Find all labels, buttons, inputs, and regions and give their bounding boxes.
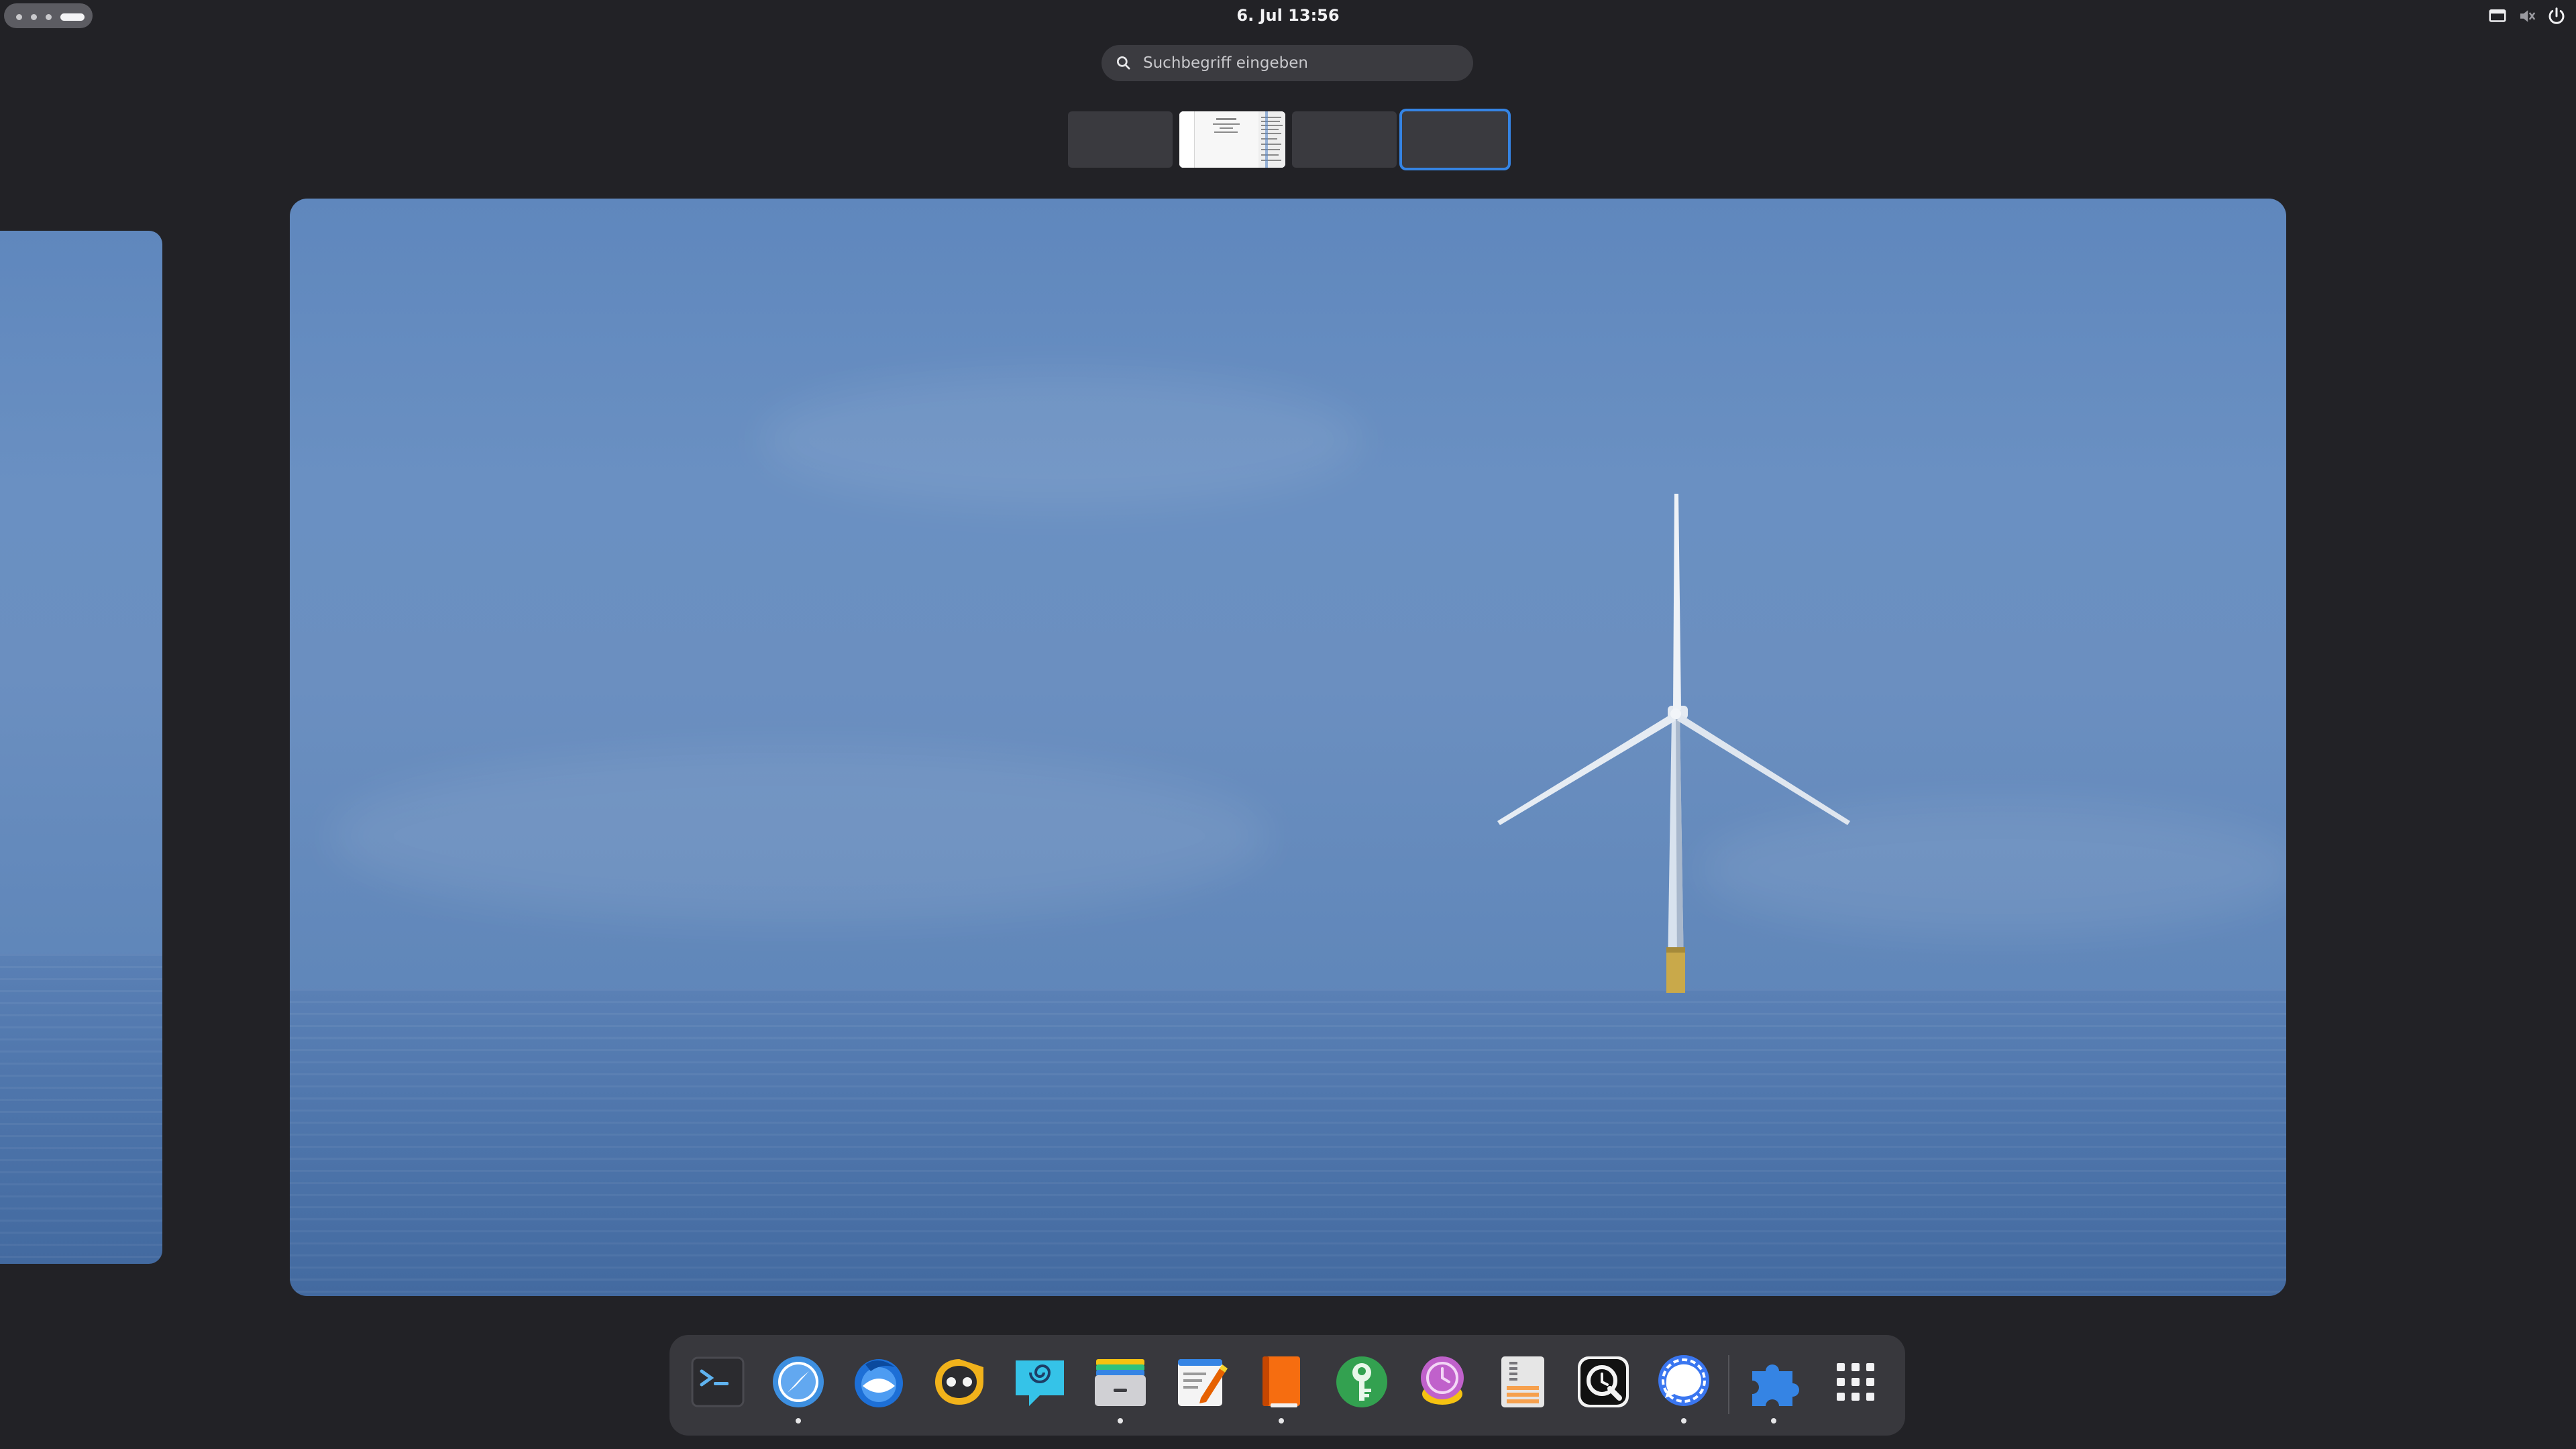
dock-app-text-editor[interactable] bbox=[1170, 1351, 1232, 1413]
overview-screen: 6. Jul 13:56 Suchbegriff eingeben bbox=[0, 0, 2576, 1449]
workspace-thumbnail-1[interactable] bbox=[1068, 111, 1173, 168]
running-indicator bbox=[1279, 1418, 1284, 1424]
running-indicator bbox=[1118, 1418, 1123, 1424]
dock-app-archive-manager[interactable] bbox=[1492, 1351, 1554, 1413]
document-preview bbox=[1179, 111, 1285, 168]
dock-app-web-browser[interactable] bbox=[767, 1351, 829, 1413]
active-workspace-pill bbox=[60, 13, 85, 21]
signal-icon bbox=[1658, 1355, 1709, 1406]
dock-app-passwords[interactable] bbox=[1331, 1351, 1393, 1413]
wallpaper-sky bbox=[0, 231, 162, 975]
current-workspace-preview[interactable] bbox=[290, 199, 2286, 1296]
dock-app-signal[interactable] bbox=[1653, 1351, 1715, 1413]
workspace-dot bbox=[16, 14, 22, 20]
search-entry[interactable]: Suchbegriff eingeben bbox=[1102, 45, 1473, 81]
volume-muted-icon[interactable] bbox=[2517, 6, 2537, 26]
dock-app-extensions[interactable] bbox=[1743, 1351, 1805, 1413]
terminal-icon bbox=[691, 1356, 745, 1407]
spiral-chat-icon bbox=[1016, 1360, 1064, 1406]
files-icon bbox=[1095, 1359, 1146, 1406]
chat-app-icon bbox=[935, 1359, 983, 1405]
running-indicator bbox=[796, 1418, 801, 1424]
power-icon[interactable] bbox=[2546, 6, 2567, 26]
workspace-thumbnail-3[interactable] bbox=[1292, 111, 1397, 168]
dock bbox=[669, 1335, 1905, 1436]
wallpaper-sea bbox=[0, 954, 162, 1264]
running-indicator bbox=[1681, 1418, 1686, 1424]
dock-app-search-tool[interactable] bbox=[1572, 1351, 1634, 1413]
show-apps-button[interactable] bbox=[1825, 1351, 1886, 1413]
web-browser-icon bbox=[773, 1356, 824, 1407]
app-grid-icon bbox=[1837, 1363, 1874, 1401]
dock-app-notebook[interactable] bbox=[1250, 1351, 1312, 1413]
dock-app-chat[interactable] bbox=[928, 1351, 990, 1413]
clock[interactable]: 6. Jul 13:56 bbox=[1154, 0, 1422, 32]
dock-app-time-tracker[interactable] bbox=[1411, 1351, 1473, 1413]
system-tray[interactable] bbox=[2487, 5, 2567, 27]
top-bar: 6. Jul 13:56 bbox=[0, 0, 2576, 32]
workspace-dot bbox=[31, 14, 37, 20]
workspace-dot bbox=[46, 14, 52, 20]
dock-app-spiral-chat[interactable] bbox=[1009, 1351, 1071, 1413]
previous-workspace-preview[interactable] bbox=[0, 231, 162, 1264]
screen-icon[interactable] bbox=[2487, 6, 2508, 26]
extensions-icon bbox=[1752, 1364, 1799, 1406]
workspace-thumbnail-4[interactable] bbox=[1402, 111, 1508, 168]
time-tracker-icon bbox=[1421, 1356, 1464, 1405]
search-icon bbox=[1116, 56, 1130, 70]
running-indicator bbox=[1771, 1418, 1776, 1424]
dock-app-terminal[interactable] bbox=[687, 1351, 749, 1413]
activities-button[interactable] bbox=[4, 3, 93, 28]
thunderbird-icon bbox=[855, 1359, 903, 1407]
dock-app-thunderbird[interactable] bbox=[848, 1351, 910, 1413]
text-editor-icon bbox=[1178, 1359, 1228, 1406]
notebook-icon bbox=[1263, 1356, 1300, 1407]
password-key-icon bbox=[1336, 1356, 1387, 1407]
dock-app-files[interactable] bbox=[1089, 1351, 1151, 1413]
archive-manager-icon bbox=[1501, 1356, 1544, 1407]
dock-separator bbox=[1728, 1355, 1729, 1414]
wind-turbine bbox=[1497, 494, 1850, 993]
search-lens-icon bbox=[1578, 1356, 1629, 1407]
workspace-thumbnail-2[interactable] bbox=[1179, 111, 1285, 168]
search-placeholder: Suchbegriff eingeben bbox=[1143, 54, 1308, 72]
